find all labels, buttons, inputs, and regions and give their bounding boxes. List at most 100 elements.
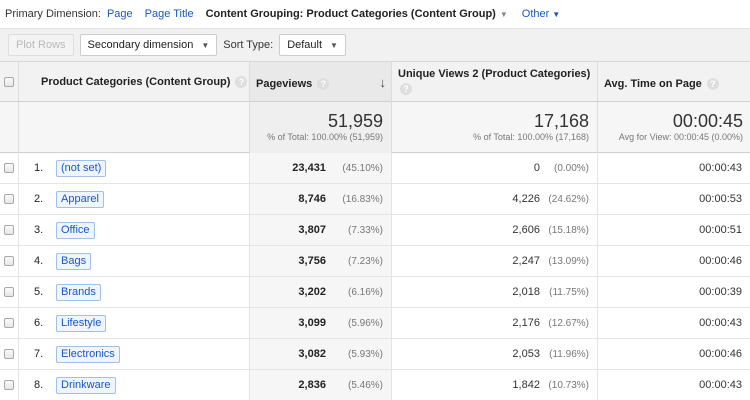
help-icon[interactable]: ? <box>235 76 248 89</box>
row-avg-time: 00:00:43 <box>699 162 742 174</box>
row-checkbox[interactable] <box>4 194 14 204</box>
header-unique-views-label: Unique Views 2 (Product Categories) <box>398 68 591 80</box>
dimension-option-page[interactable]: Page <box>107 8 133 20</box>
total-pageviews: 51,959 <box>327 111 383 131</box>
chevron-down-icon[interactable]: ▼ <box>500 10 508 19</box>
chevron-down-icon: ▼ <box>201 40 210 50</box>
table-row: 7. Electronics 3,082 (5.93%) 2,053 (11.9… <box>0 339 750 370</box>
row-checkbox[interactable] <box>4 256 14 266</box>
total-pageviews-cell: 51,959 % of Total: 100.00% (51,959) <box>250 102 392 153</box>
table-row: 6. Lifestyle 3,099 (5.96%) 2,176 (12.67%… <box>0 308 750 339</box>
row-unique-views-pct: (0.00%) <box>553 163 589 174</box>
category-link[interactable]: Bags <box>56 253 92 270</box>
header-select-all-cell <box>0 62 19 102</box>
row-unique-views: 2,247 <box>512 255 540 267</box>
chevron-down-icon[interactable]: ▼ <box>552 10 560 19</box>
row-pageviews-pct: (7.33%) <box>347 225 383 236</box>
sort-descending-icon[interactable]: ↓ <box>380 75 387 90</box>
select-all-checkbox[interactable] <box>4 77 14 87</box>
row-checkbox[interactable] <box>4 349 14 359</box>
category-link[interactable]: Drinkware <box>56 377 116 394</box>
header-pageviews[interactable]: Pageviews? ↓ <box>250 62 392 102</box>
category-link[interactable]: Electronics <box>56 346 120 363</box>
row-unique-views: 1,842 <box>512 379 540 391</box>
header-avg-time[interactable]: Avg. Time on Page? <box>598 62 750 102</box>
row-unique-views: 0 <box>533 162 540 174</box>
row-number: 2. <box>34 193 44 205</box>
row-number: 4. <box>34 255 44 267</box>
total-unique-views: 17,168 <box>533 111 589 131</box>
row-avg-time: 00:00:46 <box>699 348 742 360</box>
row-checkbox[interactable] <box>4 318 14 328</box>
table-row: 1. (not set) 23,431 (45.10%) 0 (0.00%) 0… <box>0 153 750 184</box>
category-link[interactable]: Office <box>56 222 95 239</box>
category-link[interactable]: Brands <box>56 284 101 301</box>
table-row: 2. Apparel 8,746 (16.83%) 4,226 (24.62%)… <box>0 184 750 215</box>
category-link[interactable]: Apparel <box>56 191 104 208</box>
help-icon[interactable]: ? <box>400 83 412 96</box>
row-avg-time: 00:00:53 <box>699 193 742 205</box>
table-toolbar: Plot Rows Secondary dimension ▼ Sort Typ… <box>0 28 750 62</box>
sort-type-label: Sort Type: <box>223 39 274 51</box>
secondary-dimension-label: Secondary dimension <box>87 39 194 51</box>
row-pageviews: 3,082 <box>298 348 326 360</box>
row-unique-views-pct: (10.73%) <box>548 380 589 391</box>
row-pageviews: 23,431 <box>292 162 326 174</box>
row-unique-views: 2,176 <box>512 317 540 329</box>
row-checkbox[interactable] <box>4 163 14 173</box>
total-avg-time-sub: Avg for View: 00:00:45 (0.00%) <box>618 132 743 142</box>
row-number: 5. <box>34 286 44 298</box>
row-pageviews: 3,202 <box>298 286 326 298</box>
table-row: 8. Drinkware 2,836 (5.46%) 1,842 (10.73%… <box>0 370 750 400</box>
row-avg-time: 00:00:51 <box>699 224 742 236</box>
secondary-dimension-dropdown[interactable]: Secondary dimension ▼ <box>79 34 218 56</box>
total-avg-time: 00:00:45 <box>672 111 743 131</box>
chevron-down-icon: ▼ <box>330 40 338 50</box>
row-unique-views: 2,606 <box>512 224 540 236</box>
help-icon[interactable]: ? <box>317 78 330 91</box>
dimension-option-other[interactable]: Other <box>522 8 550 20</box>
row-number: 6. <box>34 317 44 329</box>
row-unique-views-pct: (12.67%) <box>548 318 589 329</box>
category-link[interactable]: (not set) <box>56 160 107 177</box>
row-unique-views-pct: (11.75%) <box>549 287 589 298</box>
header-avg-time-label: Avg. Time on Page <box>604 78 702 90</box>
row-pageviews-pct: (7.23%) <box>347 256 383 267</box>
dimension-option-page-title[interactable]: Page Title <box>145 8 194 20</box>
sort-type-value: Default <box>287 39 323 51</box>
row-pageviews-pct: (45.10%) <box>342 163 383 174</box>
row-unique-views-pct: (24.62%) <box>548 194 589 205</box>
table-row: 4. Bags 3,756 (7.23%) 2,247 (13.09%) 00:… <box>0 246 750 277</box>
primary-dimension-label: Primary Dimension: <box>5 8 101 20</box>
header-category[interactable]: Product Categories (Content Group)? <box>19 62 250 102</box>
row-pageviews-pct: (5.93%) <box>347 349 383 360</box>
help-icon[interactable]: ? <box>706 78 719 91</box>
total-unique-views-sub: % of Total: 100.00% (17,168) <box>473 132 589 142</box>
row-pageviews-pct: (16.83%) <box>342 194 383 205</box>
primary-dimension-bar: Primary Dimension: Page Page Title Conte… <box>0 0 750 28</box>
header-unique-views[interactable]: Unique Views 2 (Product Categories) ? <box>392 62 598 102</box>
row-number: 3. <box>34 224 44 236</box>
table-row: 5. Brands 3,202 (6.16%) 2,018 (11.75%) 0… <box>0 277 750 308</box>
header-category-label: Product Categories (Content Group) <box>41 76 231 88</box>
row-pageviews-pct: (5.96%) <box>347 318 383 329</box>
total-pageviews-sub: % of Total: 100.00% (51,959) <box>267 132 383 142</box>
row-unique-views-pct: (11.96%) <box>549 349 589 360</box>
table-row: 3. Office 3,807 (7.33%) 2,606 (15.18%) 0… <box>0 215 750 246</box>
row-pageviews-pct: (5.46%) <box>347 380 383 391</box>
row-checkbox[interactable] <box>4 287 14 297</box>
row-checkbox[interactable] <box>4 380 14 390</box>
sort-type-dropdown[interactable]: Default ▼ <box>279 34 346 56</box>
row-checkbox[interactable] <box>4 225 14 235</box>
plot-rows-button[interactable]: Plot Rows <box>8 34 74 56</box>
category-link[interactable]: Lifestyle <box>56 315 107 332</box>
row-unique-views: 2,018 <box>512 286 540 298</box>
row-pageviews: 3,099 <box>298 317 326 329</box>
total-avg-time-cell: 00:00:45 Avg for View: 00:00:45 (0.00%) <box>598 102 750 153</box>
row-avg-time: 00:00:39 <box>699 286 742 298</box>
row-unique-views-pct: (15.18%) <box>548 225 589 236</box>
row-unique-views: 4,226 <box>512 193 540 205</box>
row-pageviews-pct: (6.16%) <box>347 287 383 298</box>
dimension-option-content-grouping[interactable]: Content Grouping: Product Categories (Co… <box>206 8 496 20</box>
totals-row: 51,959 % of Total: 100.00% (51,959) 17,1… <box>0 102 750 153</box>
